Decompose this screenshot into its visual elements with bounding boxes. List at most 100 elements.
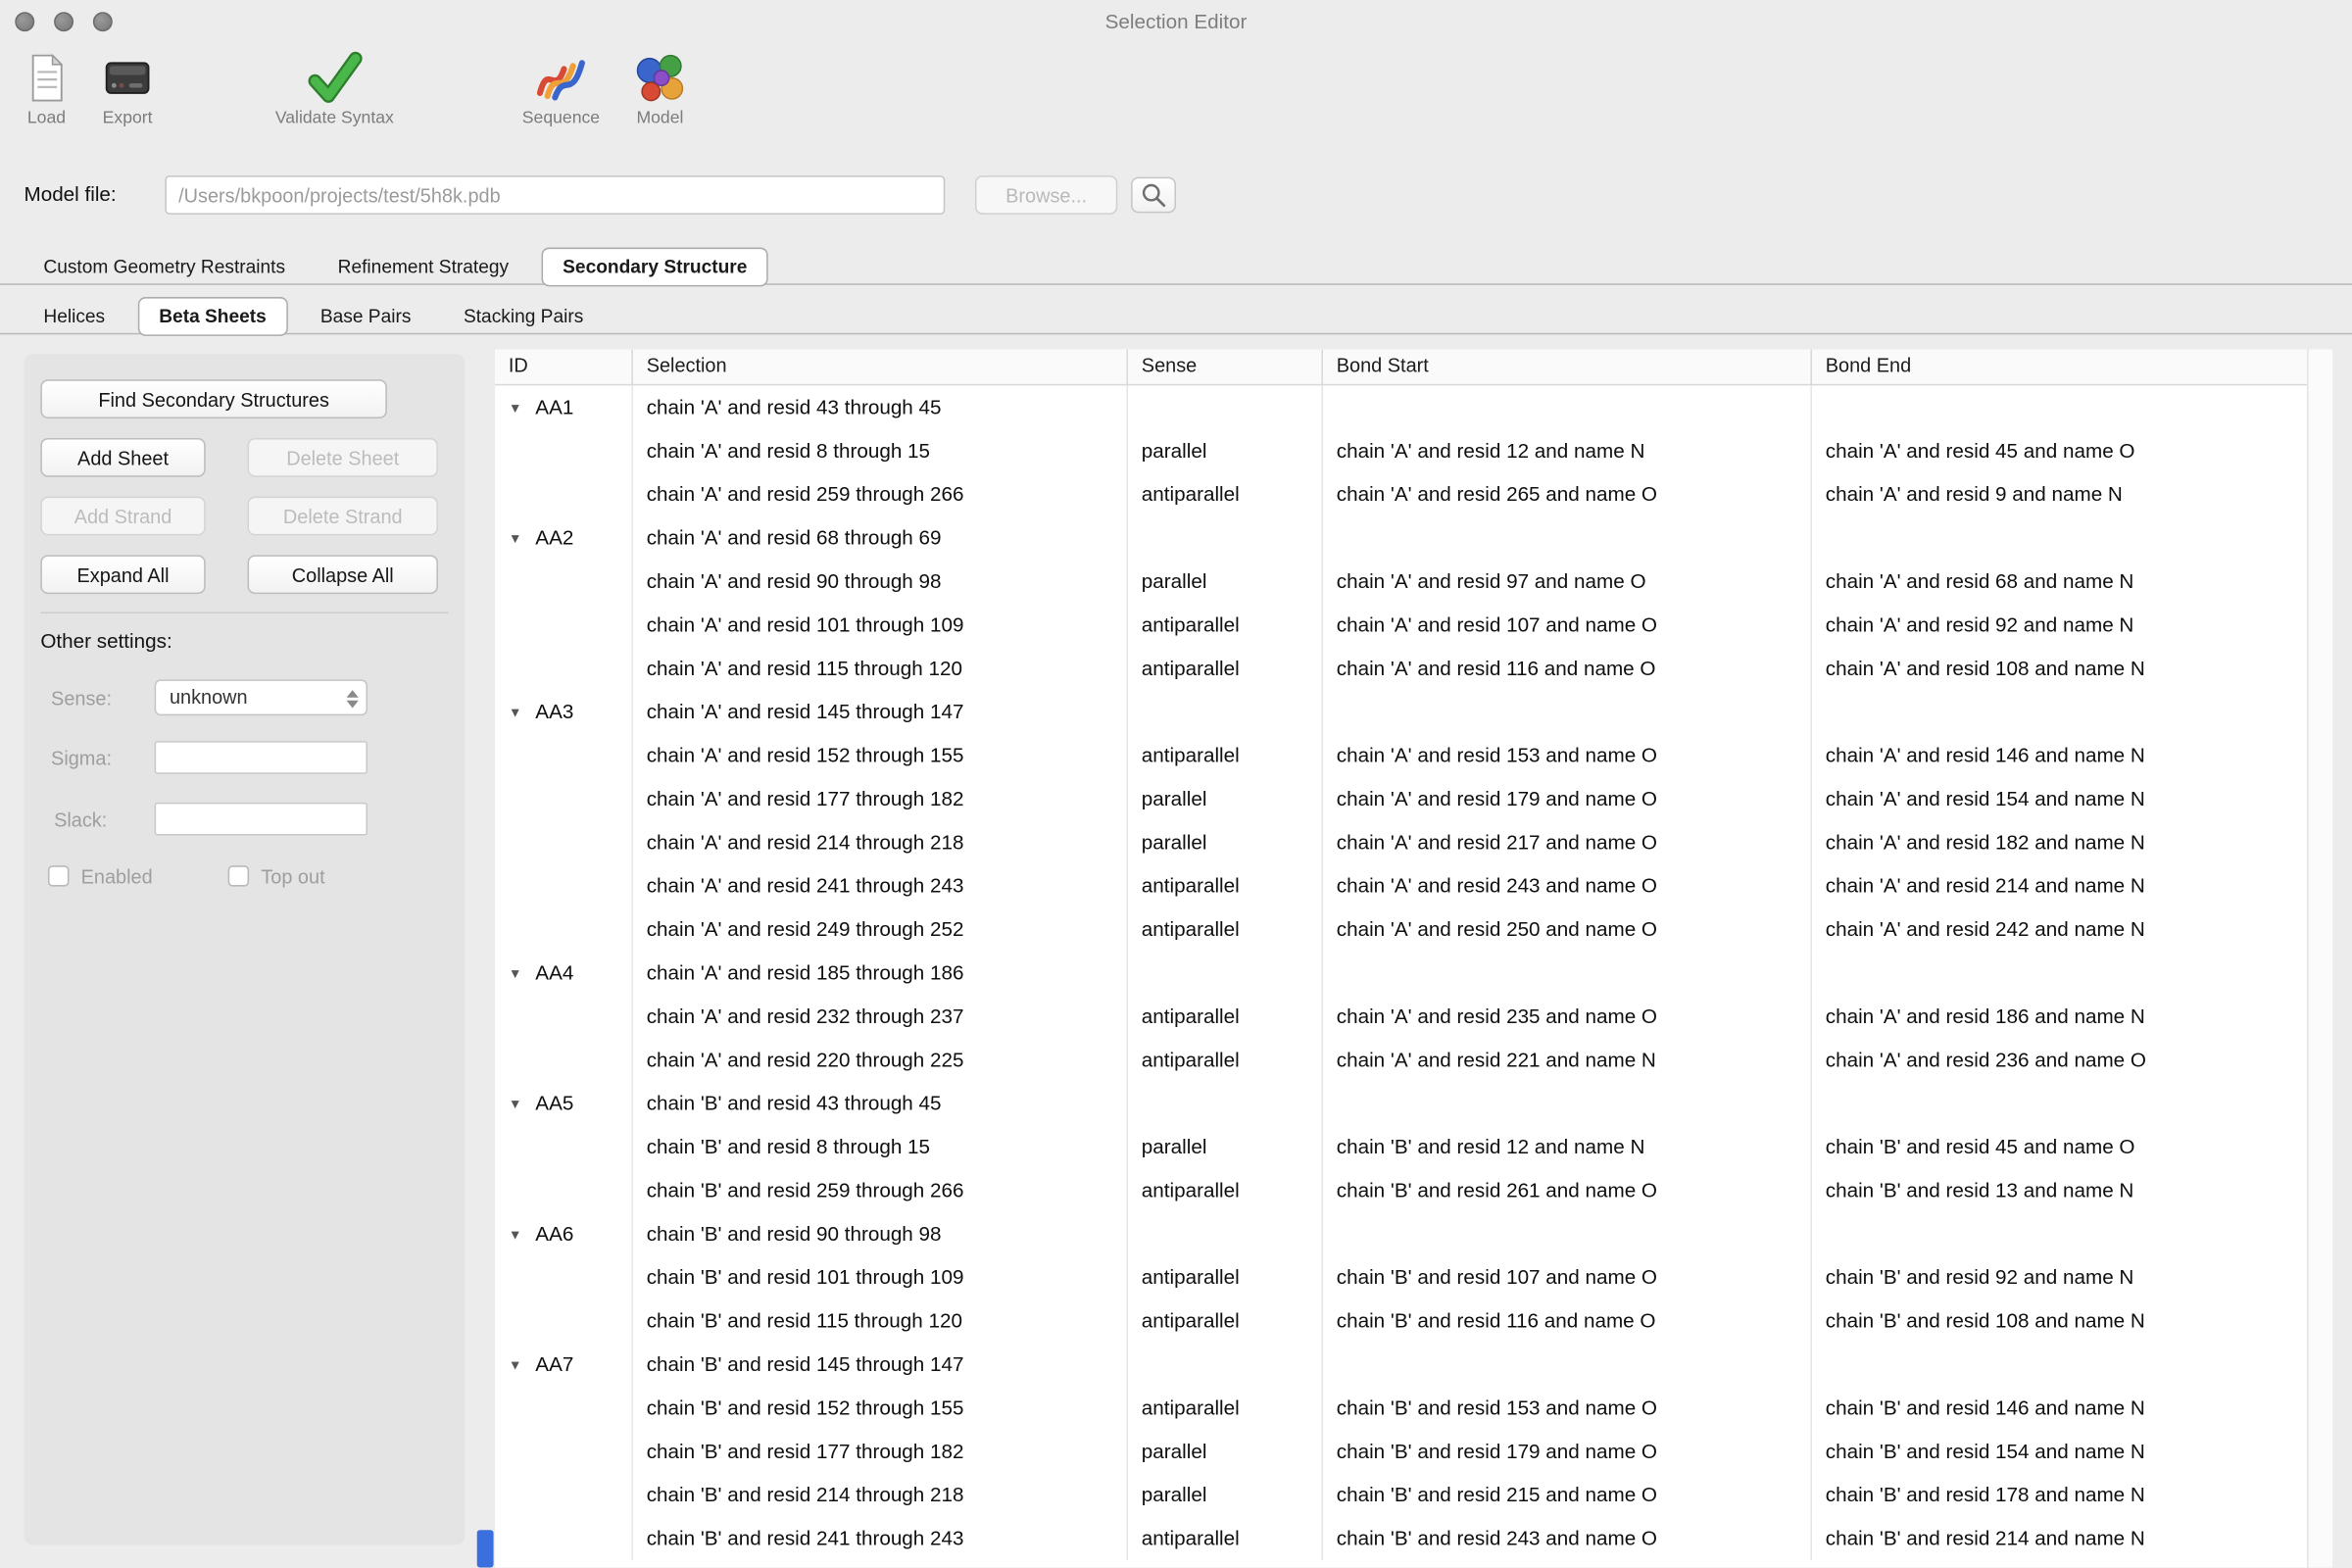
add-strand-button[interactable]: Add Strand	[40, 497, 205, 536]
sense-cell: antiparallel	[1128, 733, 1323, 776]
sense-cell: parallel	[1128, 560, 1323, 603]
strand-row[interactable]: chain 'A' and resid 220 through 225antip…	[495, 1038, 2309, 1081]
strand-row[interactable]: chain 'A' and resid 115 through 120antip…	[495, 647, 2309, 690]
selection-cell: chain 'B' and resid 115 through 120	[633, 1299, 1128, 1343]
strand-row[interactable]: chain 'B' and resid 214 through 218paral…	[495, 1473, 2309, 1516]
column-header-sense[interactable]: Sense	[1128, 350, 1323, 384]
column-header-bond-start[interactable]: Bond Start	[1323, 350, 1812, 384]
validate-syntax-toolbar-button[interactable]: Validate Syntax	[229, 50, 439, 128]
green-check-icon	[229, 50, 439, 107]
delete-strand-button[interactable]: Delete Strand	[248, 497, 438, 536]
column-header-id[interactable]: ID	[495, 350, 633, 384]
top-out-checkbox[interactable]	[228, 865, 249, 886]
sheet-row[interactable]: ▼AA4chain 'A' and resid 185 through 186	[495, 951, 2309, 994]
sigma-label: Sigma:	[51, 747, 112, 769]
tab-custom-geometry-restraints[interactable]: Custom Geometry Restraints	[24, 251, 304, 284]
strand-row[interactable]: chain 'B' and resid 152 through 155antip…	[495, 1386, 2309, 1429]
tab-refinement-strategy[interactable]: Refinement Strategy	[318, 251, 528, 284]
strand-row[interactable]: chain 'B' and resid 101 through 109antip…	[495, 1255, 2309, 1298]
id-cell	[495, 1038, 633, 1081]
sense-value: unknown	[170, 685, 248, 708]
strand-row[interactable]: chain 'A' and resid 152 through 155antip…	[495, 733, 2309, 776]
id-cell	[495, 1430, 633, 1473]
collapse-all-button[interactable]: Collapse All	[248, 555, 438, 594]
id-cell	[495, 1386, 633, 1429]
find-secondary-structures-button[interactable]: Find Secondary Structures	[40, 379, 387, 418]
sigma-input[interactable]	[155, 741, 368, 774]
load-toolbar-button[interactable]: Load	[3, 50, 90, 128]
disclosure-triangle-icon[interactable]: ▼	[509, 401, 522, 416]
model-toolbar-button[interactable]: Model	[608, 50, 712, 128]
disclosure-triangle-icon[interactable]: ▼	[509, 531, 522, 546]
bond-end-cell	[1812, 516, 2309, 560]
strand-row[interactable]: chain 'A' and resid 249 through 252antip…	[495, 907, 2309, 951]
id-cell: ▼AA1	[495, 385, 633, 428]
selection-cell: chain 'B' and resid 145 through 147	[633, 1343, 1128, 1386]
column-header-bond-end[interactable]: Bond End	[1812, 350, 2309, 384]
disclosure-triangle-icon[interactable]: ▼	[509, 1357, 522, 1372]
browse-button[interactable]: Browse...	[975, 175, 1117, 215]
sense-cell: antiparallel	[1128, 995, 1323, 1038]
id-cell	[495, 733, 633, 776]
enabled-checkbox[interactable]	[48, 865, 69, 886]
bond-start-cell: chain 'B' and resid 179 and name O	[1323, 1430, 1812, 1473]
sense-dropdown[interactable]: unknown	[155, 679, 368, 715]
strand-row[interactable]: chain 'B' and resid 241 through 243antip…	[495, 1516, 2309, 1559]
bond-start-cell: chain 'A' and resid 107 and name O	[1323, 603, 1812, 646]
bond-start-cell: chain 'B' and resid 215 and name O	[1323, 1473, 1812, 1516]
sense-cell: parallel	[1128, 1473, 1323, 1516]
id-cell	[495, 1299, 633, 1343]
model-file-input[interactable]	[165, 175, 945, 215]
strand-row[interactable]: chain 'B' and resid 259 through 266antip…	[495, 1168, 2309, 1211]
strand-row[interactable]: chain 'A' and resid 90 through 98paralle…	[495, 560, 2309, 603]
disclosure-triangle-icon[interactable]: ▼	[509, 966, 522, 981]
sheet-row[interactable]: ▼AA3chain 'A' and resid 145 through 147	[495, 690, 2309, 733]
tab-stacking-pairs[interactable]: Stacking Pairs	[444, 300, 603, 333]
bond-end-cell: chain 'B' and resid 154 and name N	[1812, 1430, 2309, 1473]
bond-end-cell: chain 'A' and resid 68 and name N	[1812, 560, 2309, 603]
strand-row[interactable]: chain 'A' and resid 101 through 109antip…	[495, 603, 2309, 646]
selection-cell: chain 'A' and resid 220 through 225	[633, 1038, 1128, 1081]
strand-row[interactable]: chain 'A' and resid 232 through 237antip…	[495, 995, 2309, 1038]
strand-row[interactable]: chain 'A' and resid 241 through 243antip…	[495, 864, 2309, 907]
sheet-row[interactable]: ▼AA1chain 'A' and resid 43 through 45	[495, 385, 2309, 428]
sense-cell	[1128, 1212, 1323, 1255]
strand-row[interactable]: chain 'B' and resid 8 through 15parallel…	[495, 1125, 2309, 1168]
expand-all-button[interactable]: Expand All	[40, 555, 205, 594]
tab-beta-sheets[interactable]: Beta Sheets	[138, 297, 287, 336]
id-cell	[495, 864, 633, 907]
drive-icon	[82, 50, 172, 107]
disclosure-triangle-icon[interactable]: ▼	[509, 1097, 522, 1111]
disclosure-triangle-icon[interactable]: ▼	[509, 1227, 522, 1242]
vertical-scrollbar[interactable]	[2307, 350, 2332, 1568]
tab-base-pairs[interactable]: Base Pairs	[301, 300, 430, 333]
strand-row[interactable]: chain 'A' and resid 8 through 15parallel…	[495, 429, 2309, 472]
delete-sheet-button[interactable]: Delete Sheet	[248, 438, 438, 477]
bond-start-cell: chain 'B' and resid 12 and name N	[1323, 1125, 1812, 1168]
export-toolbar-button[interactable]: Export	[82, 50, 172, 128]
sheet-row[interactable]: ▼AA5chain 'B' and resid 43 through 45	[495, 1082, 2309, 1125]
tab-secondary-structure[interactable]: Secondary Structure	[542, 248, 768, 287]
sheet-id: AA4	[535, 961, 573, 984]
bond-start-cell: chain 'A' and resid 97 and name O	[1323, 560, 1812, 603]
strand-row[interactable]: chain 'A' and resid 177 through 182paral…	[495, 777, 2309, 820]
bond-end-cell: chain 'A' and resid 45 and name O	[1812, 429, 2309, 472]
strand-row[interactable]: chain 'B' and resid 115 through 120antip…	[495, 1299, 2309, 1343]
column-header-selection[interactable]: Selection	[633, 350, 1128, 384]
id-cell	[495, 1125, 633, 1168]
tab-helices[interactable]: Helices	[24, 300, 124, 333]
slack-input[interactable]	[155, 803, 368, 836]
main-tab-bar: Custom Geometry Restraints Refinement St…	[0, 244, 2352, 284]
disclosure-triangle-icon[interactable]: ▼	[509, 705, 522, 719]
sheet-row[interactable]: ▼AA2chain 'A' and resid 68 through 69	[495, 516, 2309, 560]
strand-row[interactable]: chain 'A' and resid 259 through 266antip…	[495, 472, 2309, 515]
selection-cell: chain 'A' and resid 90 through 98	[633, 560, 1128, 603]
sheet-row[interactable]: ▼AA7chain 'B' and resid 145 through 147	[495, 1343, 2309, 1386]
strand-row[interactable]: chain 'B' and resid 177 through 182paral…	[495, 1430, 2309, 1473]
bond-start-cell	[1323, 690, 1812, 733]
search-icon	[1140, 181, 1167, 209]
sheet-row[interactable]: ▼AA6chain 'B' and resid 90 through 98	[495, 1212, 2309, 1255]
search-button[interactable]	[1131, 177, 1176, 214]
strand-row[interactable]: chain 'A' and resid 214 through 218paral…	[495, 820, 2309, 863]
add-sheet-button[interactable]: Add Sheet	[40, 438, 205, 477]
